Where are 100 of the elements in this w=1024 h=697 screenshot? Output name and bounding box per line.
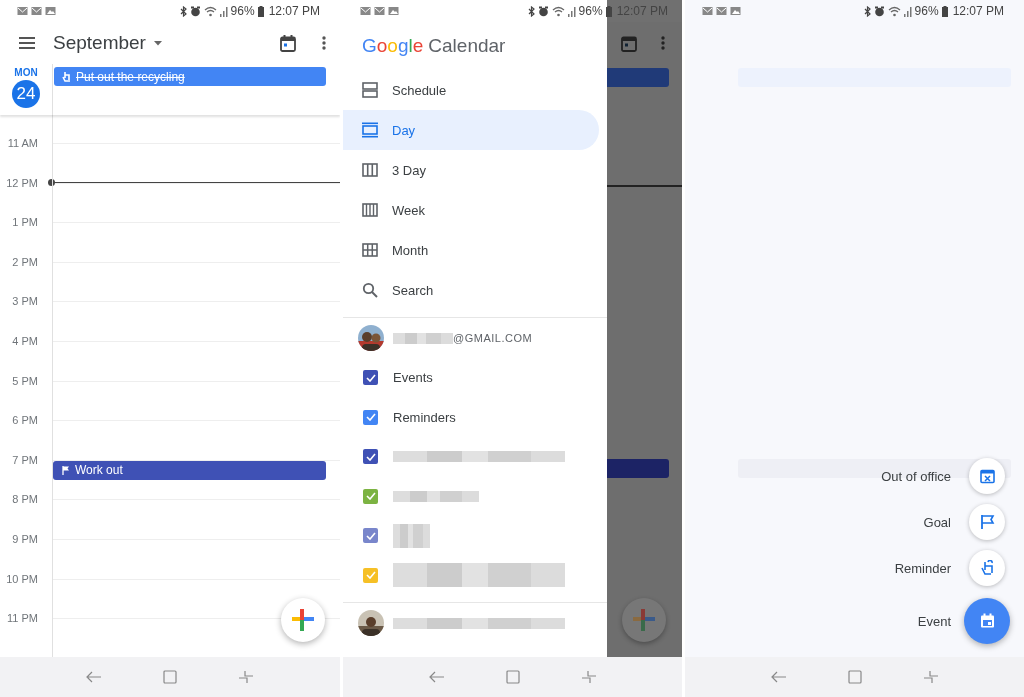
view-menu-item[interactable]: Search (343, 270, 599, 310)
check-icon (365, 373, 376, 382)
back-icon[interactable] (85, 671, 102, 683)
image-icon (730, 6, 741, 16)
battery-icon (605, 5, 612, 17)
alarm-icon (873, 5, 885, 17)
calendar-checkbox[interactable] (363, 567, 378, 583)
mail-icon (17, 6, 28, 16)
day-view-icon (362, 122, 378, 138)
hour-label: 1 PM (11, 215, 39, 230)
bluetooth-icon (179, 5, 187, 17)
battery-icon (941, 5, 948, 17)
calendar-name[interactable]: Reminders (393, 409, 456, 425)
view-menu-item[interactable]: Schedule (343, 70, 599, 110)
flag-icon (61, 464, 70, 476)
weekday-label: MON (14, 67, 38, 78)
home-icon[interactable] (847, 670, 862, 684)
dimmed-event-bar (607, 459, 669, 478)
search-icon (362, 282, 378, 298)
calendar-x-icon (979, 468, 995, 484)
check-icon (365, 413, 376, 422)
wifi-icon (551, 5, 565, 17)
create-option-label[interactable]: Reminder (894, 560, 951, 576)
redacted-text (393, 523, 430, 548)
recent-apps-icon[interactable] (238, 670, 255, 684)
check-icon (365, 452, 376, 461)
hour-label: 9 PM (11, 531, 39, 546)
flag-icon (979, 514, 995, 530)
battery-icon (257, 5, 264, 17)
signal-icon (567, 5, 576, 17)
hour-label: 5 PM (11, 373, 39, 388)
check-icon (365, 571, 376, 580)
hour-label: 11 PM (6, 611, 39, 626)
grid-icon (362, 242, 378, 258)
calendar-name[interactable]: Events (393, 370, 433, 386)
view-menu-item[interactable]: 3 Day (343, 150, 599, 190)
check-icon (365, 531, 376, 540)
hand-icon (979, 560, 995, 576)
calendar-icon[interactable] (280, 34, 296, 52)
battery-percentage: 96% (578, 4, 603, 18)
hour-label: 4 PM (11, 333, 39, 348)
create-option-button[interactable] (969, 550, 1005, 586)
calendar-checkbox[interactable] (363, 488, 378, 504)
recent-apps-icon[interactable] (922, 670, 939, 684)
calendar-checkbox[interactable] (363, 370, 378, 386)
create-option-label[interactable]: Out of office (881, 468, 951, 484)
calendar-icon (621, 35, 637, 52)
wifi-icon (887, 5, 901, 17)
hour-label: 6 PM (11, 413, 39, 428)
back-icon[interactable] (770, 671, 787, 683)
hour-label: 3 PM (11, 294, 39, 309)
image-icon (45, 6, 56, 16)
calendar-icon (979, 613, 995, 629)
clock-time: 12:07 PM (268, 4, 320, 18)
image-icon (388, 6, 399, 16)
view-menu-item[interactable]: Month (343, 230, 599, 270)
signal-icon (903, 5, 912, 17)
view-menu-item[interactable]: Day (343, 110, 599, 150)
create-option-button[interactable] (969, 504, 1005, 540)
hand-icon (62, 71, 71, 82)
date-badge[interactable]: 24 (12, 80, 40, 108)
more-icon (661, 36, 665, 50)
calendar-checkbox[interactable] (363, 409, 378, 425)
battery-percentage: 96% (914, 4, 939, 18)
wifi-icon (203, 5, 217, 17)
logo-wordmark: Google (362, 35, 424, 57)
back-icon[interactable] (428, 671, 445, 683)
home-icon[interactable] (163, 670, 177, 684)
account-email: @GMAIL.COM (453, 332, 533, 344)
create-event-button[interactable] (964, 598, 1010, 644)
hour-label: 10 PM (5, 571, 39, 586)
check-icon (365, 492, 376, 501)
create-option-label[interactable]: Event (917, 613, 951, 629)
mail-icon (31, 6, 42, 16)
schedule-icon (362, 82, 378, 98)
create-option-label[interactable]: Goal (923, 514, 951, 530)
hour-label: 11 AM (6, 136, 39, 150)
mail-icon (716, 6, 727, 16)
create-option-button[interactable] (969, 458, 1005, 494)
plus-icon (291, 608, 315, 632)
calendar-checkbox[interactable] (363, 528, 378, 544)
battery-percentage: 96% (230, 4, 255, 18)
view-menu-item[interactable]: Week (343, 190, 599, 230)
alarm-icon (537, 5, 549, 17)
menu-icon[interactable] (19, 37, 35, 49)
month-dropdown[interactable]: September (53, 32, 280, 54)
alarm-icon (189, 5, 201, 17)
hour-label: 2 PM (11, 254, 39, 269)
event-chip[interactable]: Put out the recycling (54, 67, 326, 86)
clock-time: 12:07 PM (952, 4, 1004, 18)
hour-label: 8 PM (11, 492, 39, 507)
recent-apps-icon[interactable] (580, 670, 597, 684)
more-icon[interactable] (322, 36, 326, 50)
create-button[interactable] (281, 598, 325, 642)
hour-label: 7 PM (11, 452, 39, 467)
app-title: Calendar (428, 35, 506, 57)
calendar-checkbox[interactable] (363, 449, 378, 465)
redacted-text (393, 332, 453, 344)
home-icon[interactable] (505, 670, 520, 684)
dimmed-event-bar (607, 68, 669, 87)
